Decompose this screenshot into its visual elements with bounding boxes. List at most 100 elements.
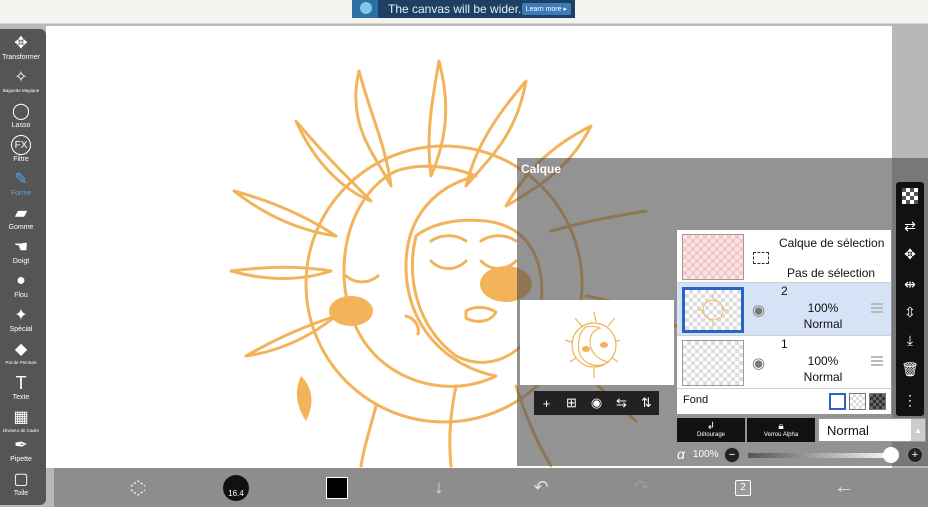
tool-label: Toile [13, 490, 29, 497]
tool-eraser[interactable]: ▰ Gomme [0, 203, 42, 237]
layer-2-thumb-artwork [697, 294, 729, 326]
tool-finger[interactable]: ☚ Doigt [0, 237, 42, 271]
back-button[interactable]: ← [824, 468, 864, 507]
move-icon: ✥ [14, 35, 28, 52]
eyedropper-icon: ✒ [14, 437, 28, 454]
selection-transform-button[interactable] [118, 468, 158, 507]
camera-icon[interactable]: ◉ [588, 395, 606, 411]
tool-special[interactable]: ✦ Spécial [0, 305, 42, 339]
tool-magic-wand[interactable]: ✧ Baguette Magique [0, 67, 42, 101]
ad-text: The canvas will be wider. [388, 2, 522, 16]
finger-icon: ☚ [13, 239, 29, 256]
flip-layer-horizontal-button[interactable]: ⇹ [896, 272, 924, 296]
layer-count-label: 2 [740, 482, 746, 493]
brush-size-button[interactable]: 16.4 [216, 468, 256, 507]
opacity-decrease-button[interactable]: − [724, 447, 740, 463]
layer-1-thumb [682, 340, 744, 386]
layer-list: Calque de sélection Pas de sélection ◉ 2… [677, 230, 891, 414]
tool-eyedropper[interactable]: ✒ Pipette [0, 435, 42, 469]
tool-filter[interactable]: FX Filtre [0, 135, 42, 169]
checker-layer-button[interactable] [896, 184, 924, 208]
merge-down-button[interactable]: ⤓ [896, 328, 924, 352]
tool-sidebar: ✥ Transformer ✧ Baguette Magique ◯ Lasso… [0, 29, 46, 505]
selection-layer-thumb [682, 234, 744, 280]
layer-preview [520, 300, 674, 385]
layer-2-opacity: 100% [807, 301, 839, 315]
tool-text[interactable]: T Texte [0, 373, 42, 407]
add-layer-box-icon[interactable]: ⊞ [563, 395, 581, 411]
layer-row-1[interactable]: ◉ 1 100% Normal [677, 336, 891, 389]
layers-button[interactable]: 2 [723, 468, 763, 507]
merge-down-icon: ⤓ [906, 331, 914, 348]
tool-label: Gomme [8, 224, 34, 231]
flip-layer-vertical-button[interactable]: ⇳ [896, 300, 924, 324]
alpha-lock-button[interactable]: 🔒︎ Verrou Alpha [747, 418, 815, 442]
alpha-lock-label: Verrou Alpha [763, 432, 799, 438]
drag-handle-icon[interactable] [871, 303, 883, 313]
layer-actions-toolbar: ⇄ ✥ ⇹ ⇳ ⤓ 🗑 ⋮ [896, 182, 924, 416]
clipping-button[interactable]: ↲ Détourage [677, 418, 745, 442]
current-color-swatch [326, 476, 348, 499]
layer-2-thumb [682, 287, 744, 333]
selection-layer-row[interactable]: Calque de sélection Pas de sélection [677, 230, 891, 283]
chevron-up-icon: ▲ [911, 419, 925, 441]
tool-transformer[interactable]: ✥ Transformer [0, 33, 42, 67]
layer-panel-title: Calque [521, 162, 562, 176]
layer-1-mode: Normal [803, 370, 843, 384]
blend-mode-select[interactable]: Normal ▲ [818, 418, 926, 442]
swap-icon: ⇄ [904, 217, 916, 234]
drag-handle-icon[interactable] [871, 356, 883, 366]
transform-selection-icon [130, 479, 146, 496]
tool-label: Forme [10, 190, 32, 197]
tool-label: Texte [12, 394, 30, 401]
background-dark-swatch[interactable] [869, 393, 886, 410]
clipping-label: Détourage [696, 432, 726, 438]
flip-horizontal-icon[interactable]: ⇆ [613, 395, 631, 411]
arrow-down-icon: ↓ [434, 477, 444, 497]
more-options-button[interactable]: ⋮ [896, 388, 924, 412]
ad-banner[interactable]: The canvas will be wider. Learn more ▸ [352, 0, 575, 18]
tool-label: Transformer [2, 54, 40, 61]
lock-icon: 🔒︎ [778, 421, 784, 432]
background-transparent-swatch[interactable] [849, 393, 866, 410]
opacity-slider-knob[interactable] [883, 447, 899, 463]
paint-bucket-icon: ◆ [14, 341, 28, 358]
tool-canvas[interactable]: ▢ Toile [0, 469, 42, 503]
layer-row-2[interactable]: ◉ 2 100% Normal [677, 283, 891, 336]
flip-vertical-icon[interactable]: ⇅ [638, 395, 656, 411]
redo-button[interactable]: ↷ [622, 468, 662, 507]
tool-label: Diviseur de Cadre [2, 428, 39, 433]
bottom-toolbar: 16.4 ↓ ↶ ↷ 2 ← [54, 468, 928, 507]
visibility-eye-icon[interactable]: ◉ [752, 301, 765, 319]
alpha-symbol: α [677, 446, 685, 462]
ad-learn-more-button[interactable]: Learn more ▸ [521, 3, 571, 15]
opacity-value: 100% [693, 449, 719, 460]
move-layer-button[interactable]: ✥ [896, 242, 924, 266]
add-layer-icon[interactable]: + [538, 396, 556, 411]
fx-icon: FX [11, 135, 31, 155]
background-row: Fond [677, 389, 891, 414]
layer-1-opacity: 100% [807, 354, 839, 368]
background-white-swatch[interactable] [829, 393, 846, 410]
visibility-eye-icon[interactable]: ◉ [752, 354, 765, 372]
ad-logo-icon [352, 0, 378, 18]
delete-layer-button[interactable]: 🗑 [896, 357, 924, 381]
tool-lasso[interactable]: ◯ Lasso [0, 101, 42, 135]
opacity-slider-row: α 100% − + [677, 446, 927, 464]
color-swatch-button[interactable] [317, 468, 357, 507]
tool-label: Flou [14, 292, 28, 299]
undo-button[interactable]: ↶ [521, 468, 561, 507]
opacity-slider-track[interactable] [748, 453, 896, 458]
download-button[interactable]: ↓ [419, 468, 459, 507]
tool-label: Pot de Peinture [5, 360, 37, 365]
tool-brush[interactable]: ✎ Forme [0, 169, 42, 203]
trash-icon: 🗑 [901, 360, 919, 377]
reference-layer-button[interactable]: ⇄ [896, 214, 924, 238]
tool-paint-bucket[interactable]: ◆ Pot de Peinture [0, 339, 42, 373]
tool-label: Baguette Magique [2, 88, 40, 93]
clipping-arrow-icon: ↲ [706, 421, 716, 432]
opacity-increase-button[interactable]: + [907, 447, 923, 463]
flip-horizontal-icon: ⇹ [904, 275, 916, 292]
selection-layer-title: Calque de sélection [779, 236, 885, 250]
tool-blur[interactable]: ● Flou [0, 271, 42, 305]
